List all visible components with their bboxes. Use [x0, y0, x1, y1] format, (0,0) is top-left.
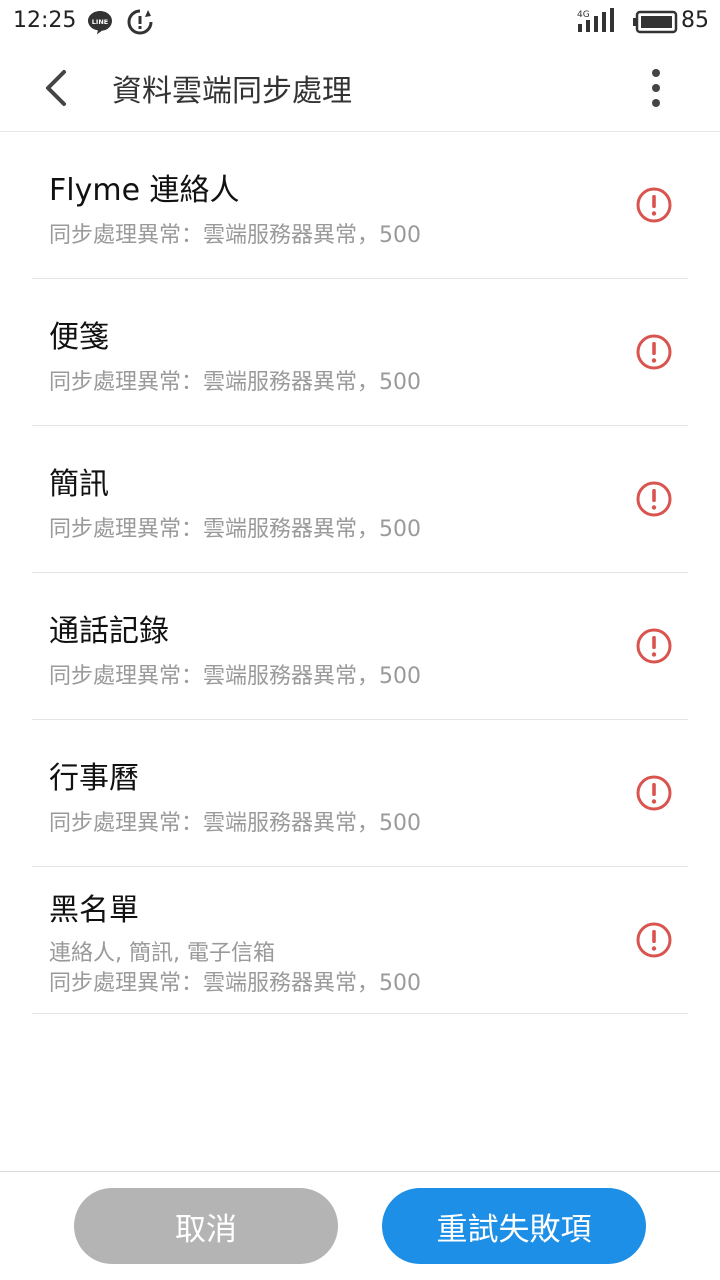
item-status: 同步處理異常：雲端服務器異常，500: [49, 664, 421, 689]
item-title: Flyme 連絡人: [49, 173, 240, 208]
item-status: 同步處理異常：雲端服務器異常，500: [49, 223, 421, 248]
app-header: 資料雲端同步處理: [0, 44, 720, 132]
sync-item-list: Flyme 連絡人 同步處理異常：雲端服務器異常，500 便箋 同步處理異常：雲…: [32, 132, 688, 1014]
more-options-button[interactable]: [630, 62, 682, 114]
list-item-contacts[interactable]: Flyme 連絡人 同步處理異常：雲端服務器異常，500: [32, 132, 688, 279]
page-title: 資料雲端同步處理: [112, 74, 352, 109]
battery-icon: [632, 10, 678, 38]
back-arrow-icon: [46, 70, 66, 106]
item-status: 同步處理異常：雲端服務器異常，500: [49, 811, 421, 836]
line-app-icon: LINE: [86, 8, 114, 40]
item-status: 同步處理異常：雲端服務器異常，500: [49, 517, 421, 542]
list-item-blacklist[interactable]: 黑名單 連絡人, 簡訊, 電子信箱 同步處理異常：雲端服務器異常，500: [32, 867, 688, 1014]
item-status: 同步處理異常：雲端服務器異常，500: [49, 370, 421, 395]
item-title: 黑名單: [49, 893, 139, 928]
more-vertical-icon: [652, 69, 660, 107]
item-status: 同步處理異常：雲端服務器異常，500: [49, 971, 421, 996]
retry-failed-button[interactable]: 重試失敗項: [382, 1188, 646, 1264]
list-item-sms[interactable]: 簡訊 同步處理異常：雲端服務器異常，500: [32, 426, 688, 573]
status-bar: 12:25 LINE 4G 85: [0, 0, 720, 44]
item-title: 便箋: [49, 320, 109, 355]
list-item-call-log[interactable]: 通話記錄 同步處理異常：雲端服務器異常，500: [32, 573, 688, 720]
list-item-calendar[interactable]: 行事曆 同步處理異常：雲端服務器異常，500: [32, 720, 688, 867]
status-time: 12:25: [13, 8, 77, 33]
line-badge-text: LINE: [92, 18, 108, 26]
alert-icon: [636, 187, 672, 223]
item-detail-block: 連絡人, 簡訊, 電子信箱 同步處理異常：雲端服務器異常，500: [49, 939, 421, 999]
sync-error-icon: [126, 8, 154, 40]
battery-percent: 85: [681, 8, 709, 33]
alert-icon: [636, 334, 672, 370]
alert-icon: [636, 628, 672, 664]
back-button[interactable]: [30, 62, 82, 114]
item-title: 通話記錄: [49, 614, 169, 649]
bottom-action-bar: 取消 重試失敗項: [0, 1171, 720, 1280]
item-title: 簡訊: [49, 467, 109, 502]
signal-icon: 4G: [576, 8, 616, 40]
alert-icon: [636, 775, 672, 811]
network-label: 4G: [577, 10, 590, 20]
alert-icon: [636, 481, 672, 517]
cancel-button[interactable]: 取消: [74, 1188, 338, 1264]
item-title: 行事曆: [49, 761, 139, 796]
item-detail: 連絡人, 簡訊, 電子信箱: [49, 941, 275, 966]
alert-icon: [636, 922, 672, 958]
list-item-notes[interactable]: 便箋 同步處理異常：雲端服務器異常，500: [32, 279, 688, 426]
